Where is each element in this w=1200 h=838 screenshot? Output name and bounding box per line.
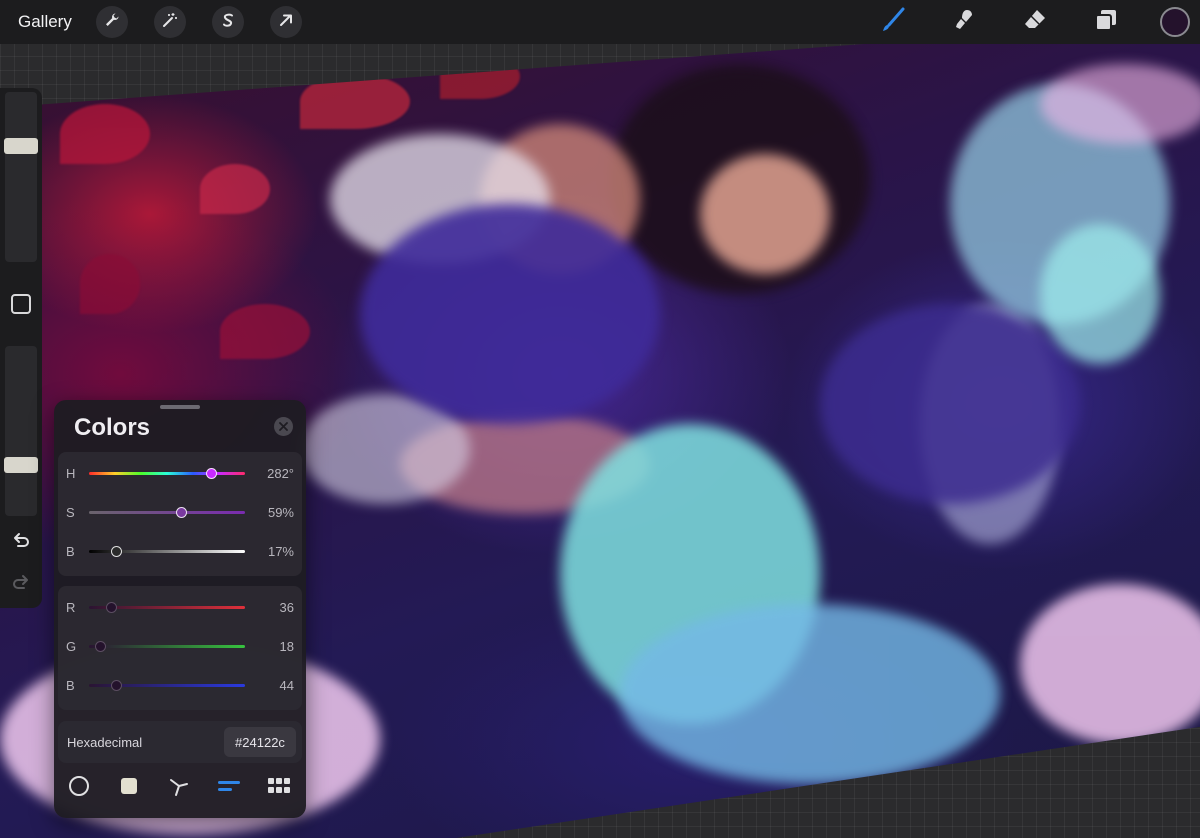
artwork-petal xyxy=(200,164,270,214)
selection-s-icon xyxy=(220,12,236,33)
colors-panel: Colors H 282° S 59% B 17% R 36 G 18 B 44… xyxy=(54,400,306,818)
artwork-pink-glow xyxy=(1040,64,1200,144)
artwork-dress xyxy=(360,204,660,424)
undo-icon xyxy=(11,530,31,555)
current-color-swatch[interactable] xyxy=(1160,7,1190,37)
green-row: G 18 xyxy=(58,637,302,657)
left-sidebar xyxy=(0,88,42,608)
blue-label: B xyxy=(66,678,75,693)
close-button[interactable] xyxy=(274,417,293,436)
brush-size-slider[interactable] xyxy=(4,92,38,262)
hex-input[interactable]: #24122c xyxy=(224,727,296,757)
rgb-group: R 36 G 18 B 44 xyxy=(58,586,302,710)
tab-value[interactable] xyxy=(214,776,244,800)
red-value: 36 xyxy=(279,600,294,615)
brush-icon xyxy=(880,7,906,38)
green-label: G xyxy=(66,639,77,654)
brush-size-thumb[interactable] xyxy=(4,138,38,155)
hue-value: 282° xyxy=(267,466,294,481)
disc-icon xyxy=(68,775,90,802)
smudge-icon xyxy=(951,7,977,38)
artwork-spirit-fox xyxy=(1040,224,1160,364)
blue-value: 44 xyxy=(279,678,294,693)
blue-row: B 44 xyxy=(58,676,302,696)
tab-palettes[interactable] xyxy=(264,776,294,800)
gallery-button[interactable]: Gallery xyxy=(18,12,72,32)
close-icon xyxy=(279,418,288,436)
redo-icon xyxy=(11,572,31,597)
artwork-dress xyxy=(820,304,1080,504)
artwork-petal xyxy=(300,74,410,129)
opacity-slider[interactable] xyxy=(4,346,38,516)
tab-disc[interactable] xyxy=(64,775,94,802)
opacity-thumb[interactable] xyxy=(4,456,38,473)
top-toolbar: Gallery xyxy=(0,0,1200,44)
value-icon xyxy=(216,778,242,799)
artwork-petal xyxy=(220,304,310,359)
panel-title: Colors xyxy=(74,414,151,441)
modify-button[interactable] xyxy=(11,294,31,314)
eraser-tool-button[interactable] xyxy=(1020,7,1050,37)
wrench-icon xyxy=(104,12,120,33)
artwork-pink-glow xyxy=(1020,584,1200,744)
hex-label: Hexadecimal xyxy=(67,735,143,750)
saturation-label: S xyxy=(66,505,75,520)
transform-arrow-icon xyxy=(278,12,294,33)
panel-grabber[interactable] xyxy=(160,405,200,409)
hsb-group: H 282° S 59% B 17% xyxy=(58,452,302,576)
red-knob[interactable] xyxy=(105,602,117,613)
blue-knob[interactable] xyxy=(110,680,122,691)
artwork-face xyxy=(700,154,830,274)
redo-button[interactable] xyxy=(9,572,33,596)
actions-button[interactable] xyxy=(96,6,128,38)
tab-classic[interactable] xyxy=(114,776,144,800)
brightness-value: 17% xyxy=(267,544,294,559)
hue-row: H 282° xyxy=(58,464,302,484)
artwork-spirit-fox xyxy=(620,604,1000,784)
magic-wand-icon xyxy=(162,12,178,33)
saturation-row: S 59% xyxy=(58,503,302,523)
layers-button[interactable] xyxy=(1091,7,1121,37)
brightness-row: B 17% xyxy=(58,542,302,562)
hue-slider[interactable] xyxy=(89,468,245,479)
adjustments-button[interactable] xyxy=(154,6,186,38)
harmony-icon xyxy=(168,775,190,802)
hue-knob[interactable] xyxy=(205,468,217,479)
brightness-knob[interactable] xyxy=(110,546,122,557)
brightness-slider[interactable] xyxy=(89,546,245,557)
smudge-tool-button[interactable] xyxy=(949,7,979,37)
brush-tool-button[interactable] xyxy=(878,7,908,37)
hue-label: H xyxy=(66,466,76,481)
artwork-petal xyxy=(60,104,150,164)
red-slider[interactable] xyxy=(89,602,245,613)
green-slider[interactable] xyxy=(89,641,245,652)
brightness-label: B xyxy=(66,544,75,559)
transform-button[interactable] xyxy=(270,6,302,38)
eraser-icon xyxy=(1022,7,1048,38)
artwork-petal xyxy=(440,54,520,99)
tab-harmony[interactable] xyxy=(164,776,194,800)
layers-icon xyxy=(1093,7,1119,38)
palettes-icon xyxy=(267,777,291,800)
green-value: 18 xyxy=(279,639,294,654)
artwork-petal xyxy=(80,254,140,314)
red-row: R 36 xyxy=(58,598,302,618)
green-knob[interactable] xyxy=(94,641,106,652)
saturation-slider[interactable] xyxy=(89,507,245,518)
classic-icon xyxy=(120,777,138,800)
undo-button[interactable] xyxy=(9,530,33,554)
saturation-value: 59% xyxy=(267,505,294,520)
hex-group: Hexadecimal #24122c xyxy=(58,721,302,763)
saturation-knob[interactable] xyxy=(176,507,188,518)
red-label: R xyxy=(66,600,76,615)
selection-button[interactable] xyxy=(212,6,244,38)
blue-slider[interactable] xyxy=(89,680,245,691)
